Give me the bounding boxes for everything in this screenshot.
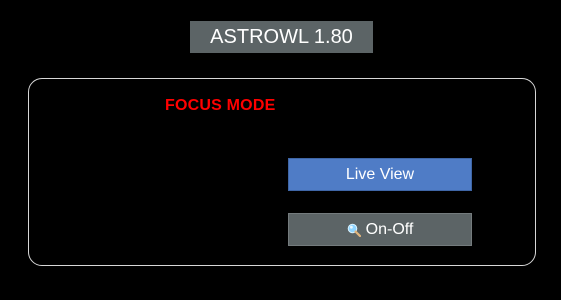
live-view-label: Live View — [345, 165, 415, 183]
focus-mode-label: FOCUS MODE — [165, 97, 276, 114]
on-off-label: On-Off — [365, 220, 414, 238]
app-title-text: ASTROWL 1.80 — [210, 25, 353, 48]
app-title: ASTROWL 1.80 — [190, 21, 373, 53]
magnifier-icon — [347, 223, 361, 237]
live-view-button[interactable]: Live View — [288, 158, 472, 191]
app-screen: ASTROWL 1.80 FOCUS MODE Live View On-Off — [0, 0, 561, 300]
on-off-button[interactable]: On-Off — [288, 213, 472, 246]
